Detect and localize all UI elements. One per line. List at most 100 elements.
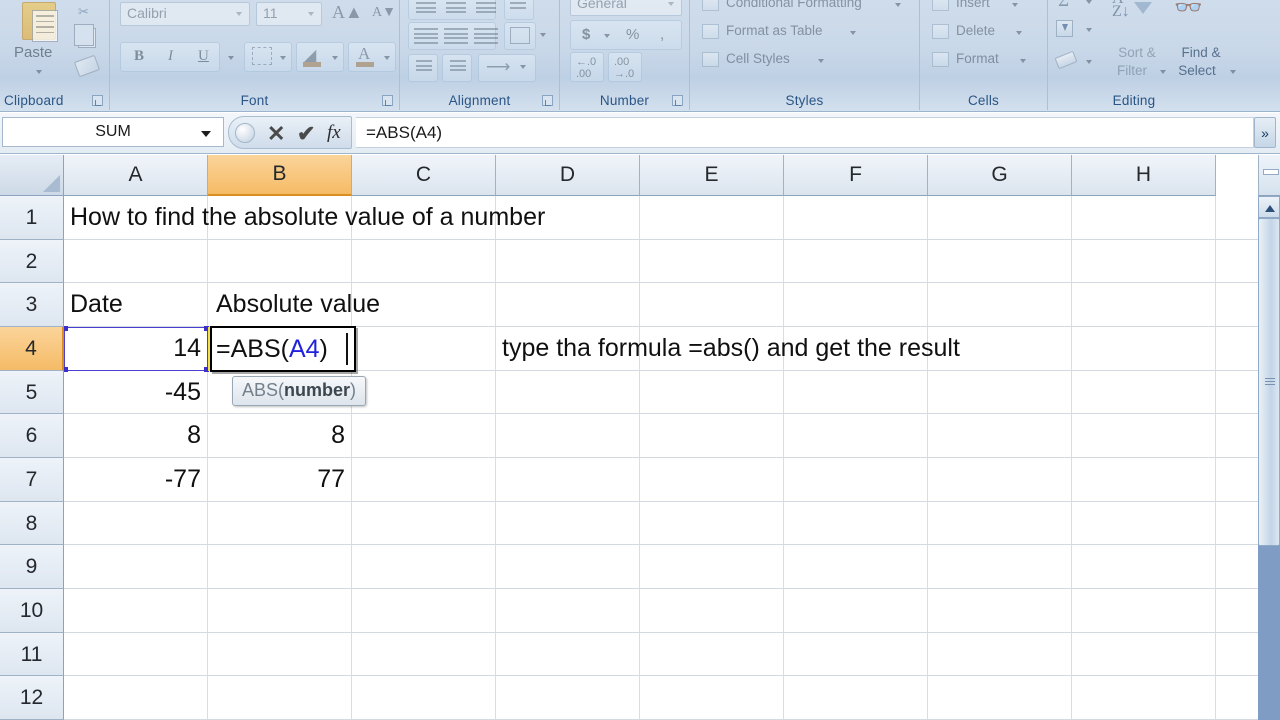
underline-caret-icon[interactable]: [228, 56, 234, 60]
enter-formula-icon[interactable]: ✔: [297, 121, 315, 147]
column-header-g[interactable]: G: [928, 155, 1072, 196]
font-family-select[interactable]: Calibri: [120, 2, 250, 26]
currency-caret-icon[interactable]: [604, 34, 610, 38]
decrease-decimal-icon[interactable]: .00 →.0: [614, 56, 634, 80]
number-format-select[interactable]: General: [570, 0, 682, 16]
formula-bar-handle[interactable]: [235, 123, 255, 143]
column-header-h[interactable]: H: [1072, 155, 1216, 196]
increase-decimal-icon[interactable]: ←.0.00: [576, 56, 596, 80]
increase-font-size-icon[interactable]: A▲: [332, 2, 363, 23]
clear-caret-icon[interactable]: [1086, 60, 1092, 64]
format-cells-icon[interactable]: [932, 52, 949, 67]
currency-button[interactable]: $: [582, 26, 590, 43]
fill-color-swatch[interactable]: [303, 62, 321, 67]
conditional-formatting-item[interactable]: Conditional Formatting: [726, 0, 862, 10]
font-color-icon[interactable]: A: [358, 44, 370, 64]
cell-a3[interactable]: Date: [64, 283, 207, 326]
fill-color-caret-icon[interactable]: [332, 56, 338, 60]
cell-a7[interactable]: -77: [64, 458, 207, 501]
column-header-e[interactable]: E: [640, 155, 784, 196]
bold-button[interactable]: B: [134, 48, 144, 65]
number-format-caret-icon[interactable]: [668, 2, 674, 6]
cell-styles-icon[interactable]: [702, 52, 719, 67]
conditional-formatting-icon[interactable]: [702, 0, 719, 11]
row-header-9[interactable]: 9: [0, 545, 64, 589]
row-header-5[interactable]: 5: [0, 371, 64, 414]
align-right-icon[interactable]: [474, 28, 498, 46]
name-box[interactable]: SUM: [2, 117, 224, 147]
column-header-c[interactable]: C: [352, 155, 496, 196]
cell-styles-item[interactable]: Cell Styles: [726, 51, 790, 66]
filter-funnel-icon[interactable]: [1134, 2, 1152, 14]
find-select-label-line1[interactable]: Find &: [1168, 44, 1234, 61]
format-as-table-item[interactable]: Format as Table: [726, 23, 823, 38]
align-center-icon[interactable]: [444, 28, 468, 46]
merge-cells-icon[interactable]: [510, 27, 530, 44]
fill-icon[interactable]: [1056, 20, 1073, 37]
format-as-table-caret-icon[interactable]: [850, 31, 856, 35]
find-select-binoculars-icon[interactable]: 👓: [1174, 0, 1203, 21]
insert-cells-item[interactable]: Insert: [956, 0, 990, 10]
font-size-select[interactable]: 11: [256, 2, 322, 26]
format-as-table-icon[interactable]: [702, 24, 719, 39]
delete-caret-icon[interactable]: [1016, 31, 1022, 35]
paste-button-label[interactable]: Paste: [14, 44, 52, 61]
scrollbar-thumb[interactable]: [1258, 218, 1280, 546]
row-header-7[interactable]: 7: [0, 458, 64, 502]
formula-input[interactable]: =ABS(A4): [356, 117, 1254, 148]
insert-caret-icon[interactable]: [1012, 3, 1018, 7]
paste-dropdown-caret-icon[interactable]: [36, 70, 42, 74]
cell-b7[interactable]: 77: [208, 458, 351, 501]
cell-d4[interactable]: type tha formula =abs() and get the resu…: [496, 327, 1196, 370]
select-all-corner[interactable]: [0, 155, 64, 196]
italic-button[interactable]: I: [168, 48, 173, 65]
format-caret-icon[interactable]: [1020, 59, 1026, 63]
paste-page-icon[interactable]: [32, 10, 58, 42]
orientation-icon[interactable]: ⟶: [486, 57, 510, 77]
font-dialog-launcher[interactable]: [382, 95, 393, 106]
cell-a6[interactable]: 8: [64, 414, 207, 457]
clear-icon[interactable]: [1054, 50, 1078, 70]
comma-button[interactable]: ,: [660, 26, 664, 43]
orientation-caret-icon[interactable]: [520, 65, 526, 69]
fill-caret-icon[interactable]: [1086, 28, 1092, 32]
cell-a5[interactable]: -45: [64, 371, 207, 414]
font-size-caret-icon[interactable]: [308, 12, 314, 16]
row-header-4[interactable]: 4: [0, 327, 64, 371]
find-select-caret-icon[interactable]: [1230, 70, 1236, 74]
font-family-caret-icon[interactable]: [236, 12, 242, 16]
copy-icon[interactable]: [74, 24, 96, 48]
cancel-formula-icon[interactable]: ✕: [267, 121, 285, 147]
active-cell-editor-b4[interactable]: =ABS(A4): [210, 326, 356, 372]
increase-indent-icon[interactable]: [450, 60, 466, 74]
format-painter-icon[interactable]: [73, 54, 101, 78]
font-color-swatch[interactable]: [356, 62, 374, 67]
conditional-formatting-caret-icon[interactable]: [895, 3, 901, 7]
row-header-6[interactable]: 6: [0, 414, 64, 458]
decrease-font-size-icon[interactable]: A▼: [372, 5, 396, 21]
align-top-icon[interactable]: [416, 2, 436, 16]
row-header-11[interactable]: 11: [0, 633, 64, 676]
row-header-10[interactable]: 10: [0, 589, 64, 633]
percent-button[interactable]: %: [626, 26, 639, 43]
cell-styles-caret-icon[interactable]: [818, 59, 824, 63]
expand-formula-bar-icon[interactable]: »: [1254, 117, 1276, 148]
sort-az-icon[interactable]: AZ↓: [1112, 0, 1130, 20]
row-header-2[interactable]: 2: [0, 240, 64, 283]
align-left-icon[interactable]: [414, 28, 438, 46]
align-bottom-icon[interactable]: [476, 2, 496, 16]
column-header-b[interactable]: B: [208, 155, 352, 196]
column-header-d[interactable]: D: [496, 155, 640, 196]
delete-cells-item[interactable]: Delete: [956, 23, 995, 38]
wrap-text-icon[interactable]: [510, 2, 526, 11]
row-header-1[interactable]: 1: [0, 196, 64, 240]
column-header-f[interactable]: F: [784, 155, 928, 196]
format-cells-item[interactable]: Format: [956, 51, 999, 66]
vertical-scrollbar[interactable]: [1258, 196, 1280, 720]
merge-caret-icon[interactable]: [540, 33, 546, 37]
underline-button[interactable]: U: [198, 48, 209, 65]
insert-function-icon[interactable]: fx: [327, 122, 341, 144]
autosum-caret-icon[interactable]: [1086, 0, 1092, 4]
cell-a1[interactable]: How to find the absolute value of a numb…: [64, 196, 864, 239]
name-box-caret-icon[interactable]: [201, 131, 211, 137]
